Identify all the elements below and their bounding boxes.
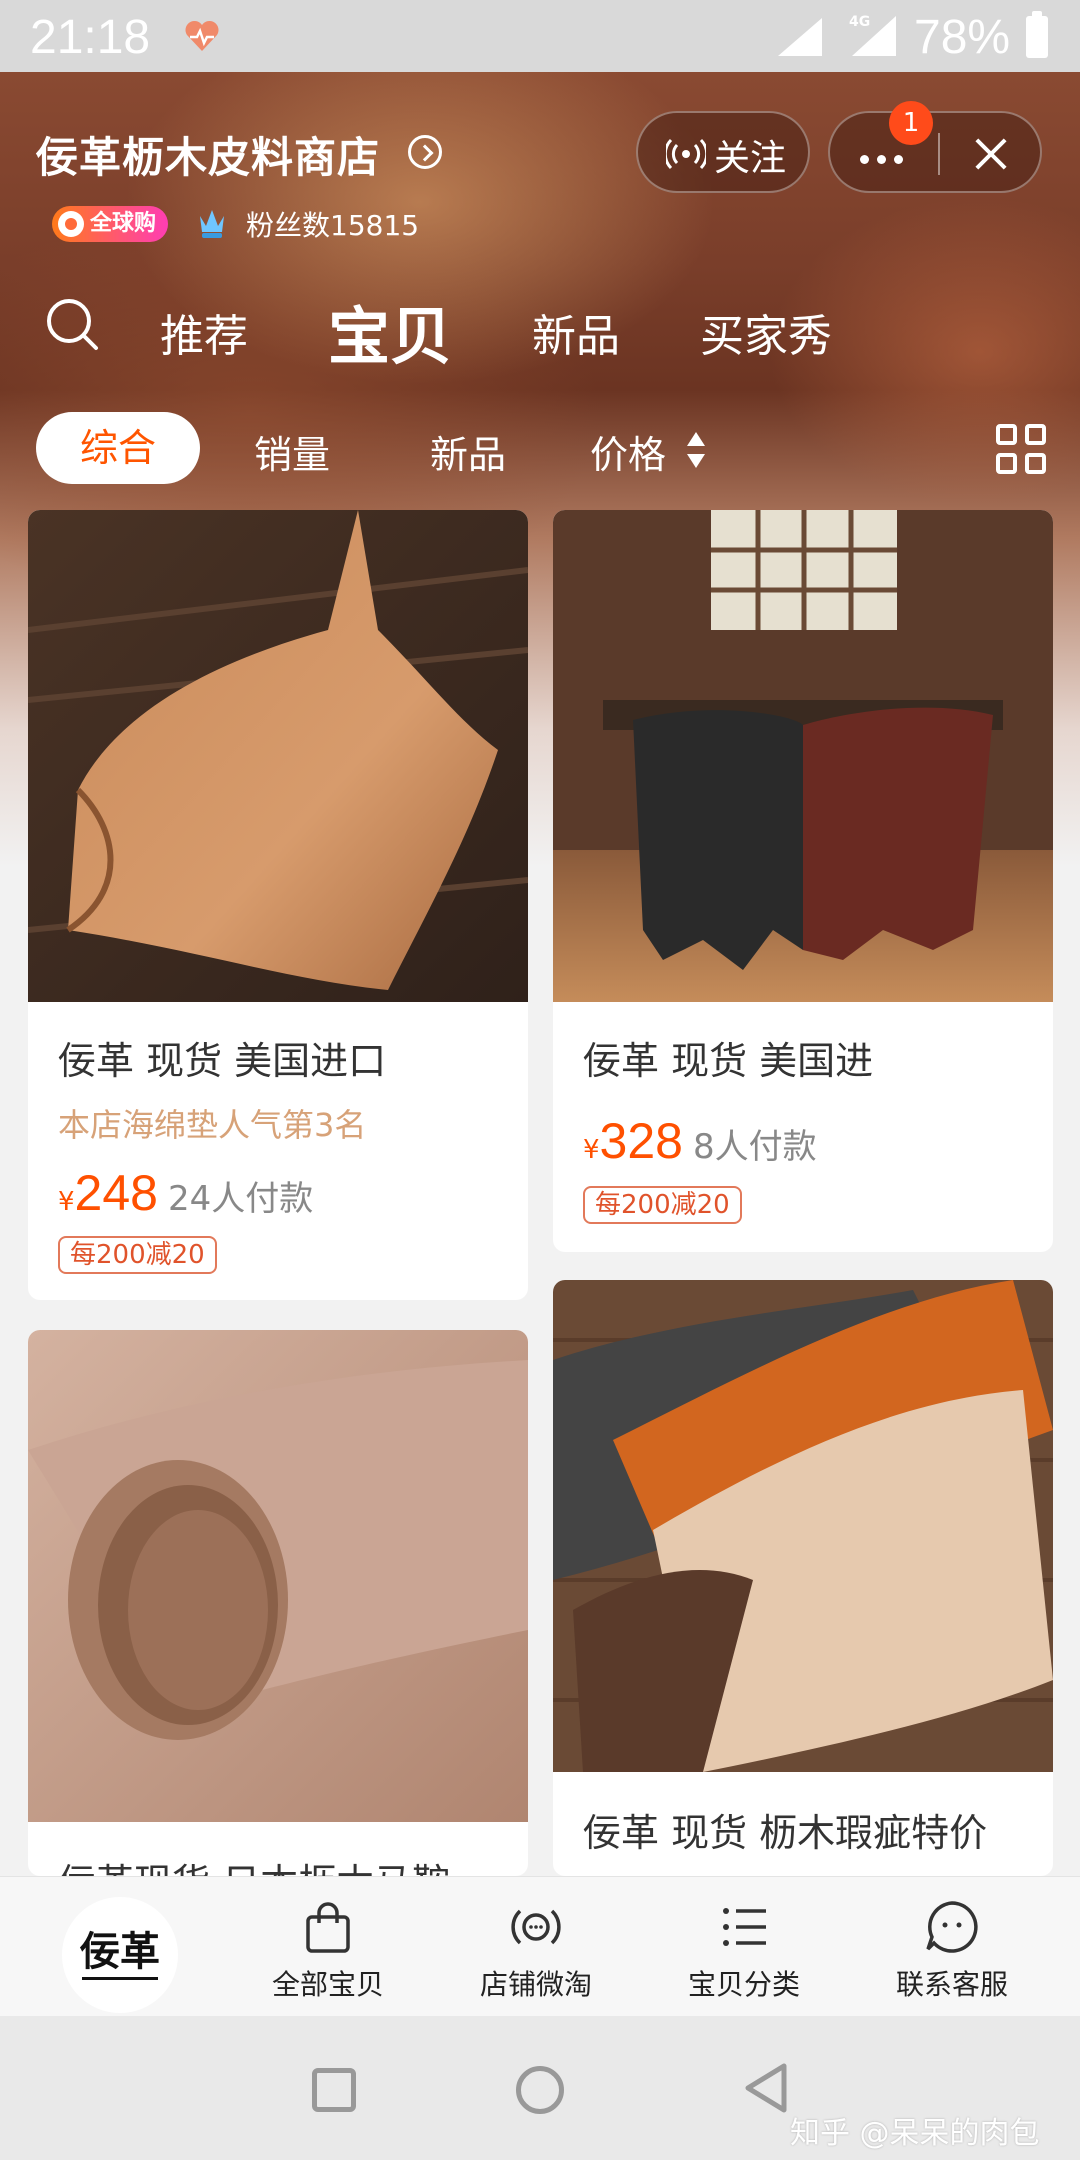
chevron-right-icon[interactable] <box>408 135 442 169</box>
nav-all-items[interactable]: 全部宝贝 <box>238 1897 418 2003</box>
tab-new[interactable]: 新品 <box>532 300 620 364</box>
nav-categories-label: 宝贝分类 <box>687 1968 800 2001</box>
status-time: 21:18 <box>30 11 151 64</box>
tab-recommend[interactable]: 推荐 <box>160 300 248 364</box>
signal-4g-icon <box>852 16 896 56</box>
currency-symbol: ¥ <box>58 1187 75 1217</box>
product-card[interactable]: 佞革现货 日本枥木马鞍 <box>28 1330 528 1876</box>
paid-count: 24人付款 <box>167 1179 314 1219</box>
tab-items[interactable]: 宝贝 <box>328 286 452 376</box>
sort-sales[interactable]: 销量 <box>254 424 330 479</box>
broadcast-icon <box>511 1909 561 1945</box>
product-rank: 本店海绵垫人气第3名 <box>58 1106 367 1144</box>
back-icon[interactable] <box>740 2060 792 2116</box>
grid-view-icon[interactable] <box>996 424 1046 474</box>
nav-shop-feed[interactable]: 店铺微淘 <box>446 1897 626 2003</box>
broadcast-icon <box>666 138 706 170</box>
more-icon[interactable] <box>860 149 911 168</box>
paid-count: 8人付款 <box>692 1127 817 1167</box>
status-bar: 21:18 4G 78% <box>0 0 1080 72</box>
global-buy-label: 全球购 <box>90 211 157 236</box>
shop-name[interactable]: 佞革枥木皮料商店 <box>36 124 380 185</box>
product-image-leather-tan[interactable] <box>28 510 528 1002</box>
sort-arrows-icon <box>687 432 705 468</box>
global-buy-logo-icon <box>58 211 84 237</box>
sort-new[interactable]: 新品 <box>430 424 506 479</box>
bottom-nav: 佞革 全部宝贝 店铺微淘 宝贝分类 联系客服 <box>0 1876 1080 2016</box>
global-buy-badge: 全球购 <box>52 206 169 242</box>
recent-apps-icon[interactable] <box>312 2068 356 2112</box>
battery-percent: 78% <box>914 11 1011 64</box>
nav-customer-service[interactable]: 联系客服 <box>862 1897 1042 2003</box>
shopping-bag-icon <box>306 1902 350 1953</box>
heart-rate-icon <box>185 20 219 51</box>
system-nav-bar: 知乎 @呆呆的肉包 <box>0 2016 1080 2160</box>
product-image-leather-dark[interactable] <box>553 510 1053 1002</box>
tab-buyer-show[interactable]: 买家秀 <box>700 300 832 364</box>
price-row: ¥248 24人付款 <box>58 1164 313 1222</box>
nav-all-items-label: 全部宝贝 <box>271 1968 384 2001</box>
follow-button[interactable]: 关注 <box>636 111 810 193</box>
close-icon[interactable] <box>970 133 1010 173</box>
nav-categories[interactable]: 宝贝分类 <box>654 1897 834 2003</box>
signal-icon <box>778 18 822 56</box>
chat-bubble-icon <box>926 1901 978 1953</box>
promo-badge: 每200减20 <box>58 1236 217 1274</box>
product-card[interactable]: 佞革 现货 美国进 ¥328 8人付款 每200减20 <box>553 510 1053 1252</box>
capsule-divider <box>938 133 940 175</box>
product-price: 328 <box>599 1113 683 1169</box>
crown-icon <box>200 210 224 238</box>
product-image-leather-roll[interactable] <box>28 1330 528 1822</box>
follow-label: 关注 <box>714 138 787 179</box>
sort-comprehensive[interactable]: 综合 <box>36 412 200 484</box>
product-title[interactable]: 佞革 现货 美国进口 <box>58 1030 386 1085</box>
product-title[interactable]: 佞革 现货 美国进 <box>583 1030 873 1085</box>
product-card[interactable]: 佞革 现货 美国进口 本店海绵垫人气第3名 ¥248 24人付款 每200减20 <box>28 510 528 1300</box>
sort-price[interactable]: 价格 <box>590 424 666 479</box>
fans-count: 粉丝数15815 <box>246 209 420 242</box>
notification-badge: 1 <box>889 101 933 145</box>
product-price: 248 <box>74 1165 158 1221</box>
shop-logo-text: 佞革 <box>79 1928 160 1975</box>
product-title[interactable]: 佞革 现货 枥木瑕疵特价 <box>583 1802 987 1857</box>
shop-logo[interactable]: 佞革 <box>62 1897 178 2013</box>
product-card[interactable]: 佞革 现货 枥木瑕疵特价 <box>553 1280 1053 1876</box>
product-image-leather-sheets[interactable] <box>553 1280 1053 1772</box>
promo-badge: 每200减20 <box>583 1186 742 1224</box>
price-row: ¥328 8人付款 <box>583 1112 817 1170</box>
shop-logo-mark: 佞革 <box>79 1928 160 1980</box>
nav-customer-service-label: 联系客服 <box>895 1968 1008 2001</box>
battery-icon <box>1026 11 1048 58</box>
currency-symbol: ¥ <box>583 1135 600 1165</box>
more-close-capsule <box>828 111 1042 193</box>
home-icon[interactable] <box>516 2066 564 2114</box>
watermark: 知乎 @呆呆的肉包 <box>790 2116 1040 2151</box>
search-icon[interactable] <box>44 296 100 352</box>
list-icon <box>723 1908 766 1946</box>
nav-shop-feed-label: 店铺微淘 <box>479 1968 592 2001</box>
product-title[interactable]: 佞革现货 日本枥木马鞍 <box>58 1852 450 1876</box>
